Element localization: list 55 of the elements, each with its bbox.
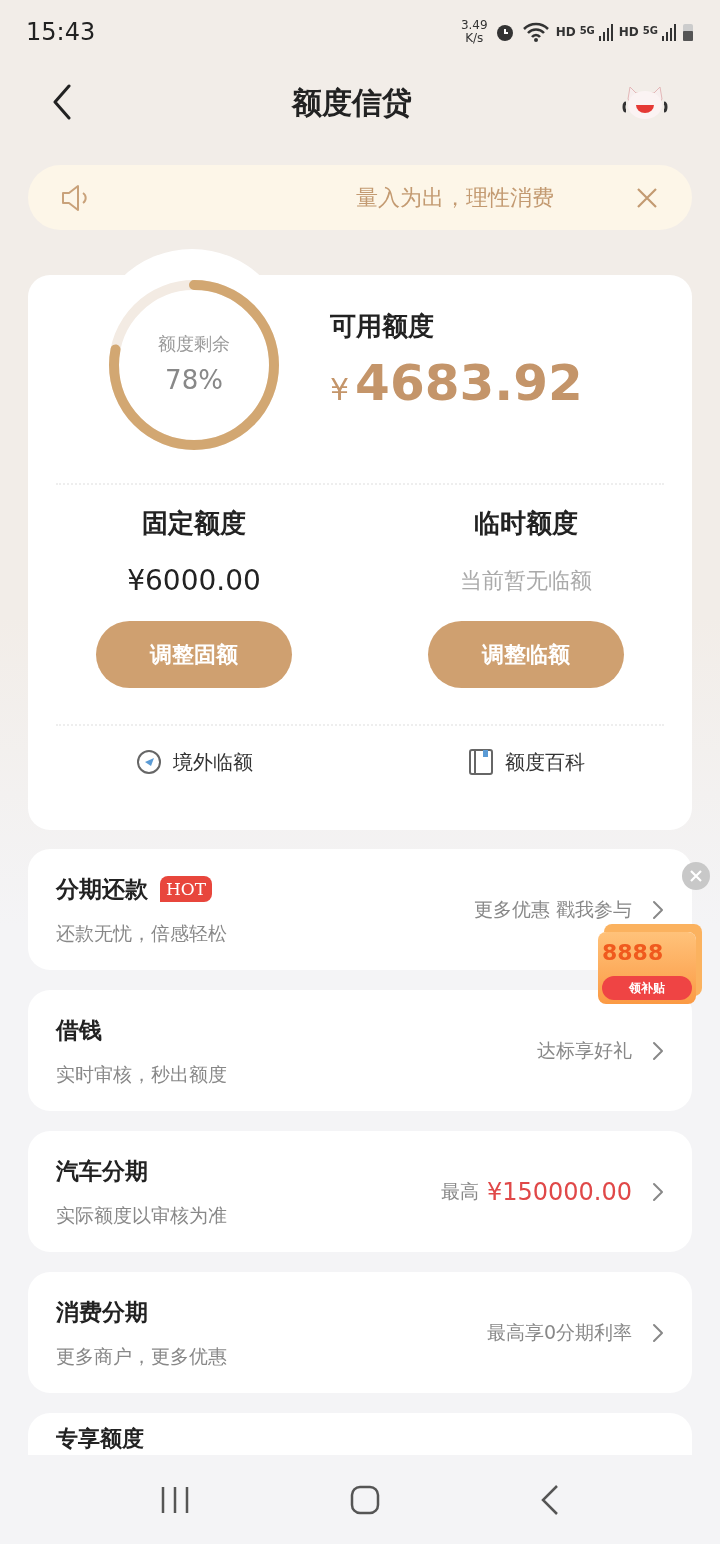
- page-title: 额度信贷: [292, 83, 412, 122]
- quick-link[interactable]: 境外临额: [28, 740, 360, 784]
- speed-unit: K/s: [465, 32, 484, 45]
- chevron-right-icon: [652, 899, 664, 920]
- ring-percent: 78%: [165, 364, 223, 397]
- network-label: 5G: [579, 24, 595, 38]
- service-card[interactable]: 汽车分期 实际额度以审核为准 最高 ¥150000.00: [28, 1131, 692, 1252]
- status-time: 15:43: [26, 17, 96, 48]
- service-title: 分期还款: [56, 875, 148, 904]
- promo-prefix: 最高: [440, 1179, 479, 1205]
- service-subtitle: 实际额度以审核为准: [56, 1202, 227, 1228]
- promo-text: 更多优惠 戳我参与: [473, 897, 632, 923]
- quota-value: 当前暂无临额: [460, 567, 592, 595]
- hd-label: HD: [555, 24, 576, 41]
- home-icon[interactable]: [350, 1484, 380, 1515]
- service-title: 专享额度: [56, 1426, 144, 1451]
- battery-icon: [682, 22, 694, 42]
- promo-text: ¥150000.00: [486, 1176, 632, 1208]
- service-card[interactable]: 消费分期 更多商户，更多优惠 最高享0分期利率: [28, 1272, 692, 1393]
- book-icon: [467, 748, 495, 776]
- coupon-amount: 8888: [602, 939, 664, 967]
- available-amount: 4683.92: [355, 353, 583, 414]
- chevron-right-icon: [652, 1040, 664, 1061]
- service-title: 汽车分期: [56, 1157, 148, 1186]
- back-icon: [52, 84, 72, 120]
- network-label: 5G: [642, 24, 658, 38]
- service-card[interactable]: 专享额度: [28, 1413, 692, 1455]
- hd-label: HD: [618, 24, 639, 41]
- quota-title: 固定额度: [142, 507, 246, 540]
- ring-label: 额度剩余: [158, 332, 230, 356]
- wifi-icon: [521, 21, 550, 43]
- service-subtitle: 还款无忧，倍感轻松: [56, 920, 227, 946]
- promo-text: 最高享0分期利率: [486, 1320, 632, 1346]
- service-subtitle: 更多商户，更多优惠: [56, 1343, 227, 1369]
- quota-value: ¥6000.00: [127, 565, 261, 597]
- currency-symbol: ¥: [330, 371, 350, 409]
- service-title: 消费分期: [56, 1298, 148, 1327]
- recent-apps-icon[interactable]: [160, 1484, 190, 1515]
- quick-link[interactable]: 额度百科: [360, 740, 692, 784]
- service-title: 借钱: [56, 1016, 102, 1045]
- notice-text: 量入为出，理性消费: [356, 184, 554, 212]
- close-icon: [690, 870, 702, 882]
- hot-badge: HOT: [160, 876, 213, 903]
- signal-icon: [598, 23, 613, 41]
- promo-text: 达标享好礼: [537, 1038, 632, 1064]
- chevron-right-icon: [652, 1181, 664, 1202]
- quota-title: 临时额度: [474, 507, 578, 540]
- available-label: 可用额度: [330, 310, 435, 343]
- service-subtitle: 实时审核，秒出额度: [56, 1061, 227, 1087]
- back-icon[interactable]: [540, 1483, 560, 1516]
- signal-icon: [662, 23, 676, 41]
- network-speed: 3.49: [460, 19, 488, 32]
- close-icon: [636, 186, 658, 209]
- chevron-right-icon: [652, 1322, 664, 1343]
- coupon-action: 领补贴: [602, 976, 692, 1000]
